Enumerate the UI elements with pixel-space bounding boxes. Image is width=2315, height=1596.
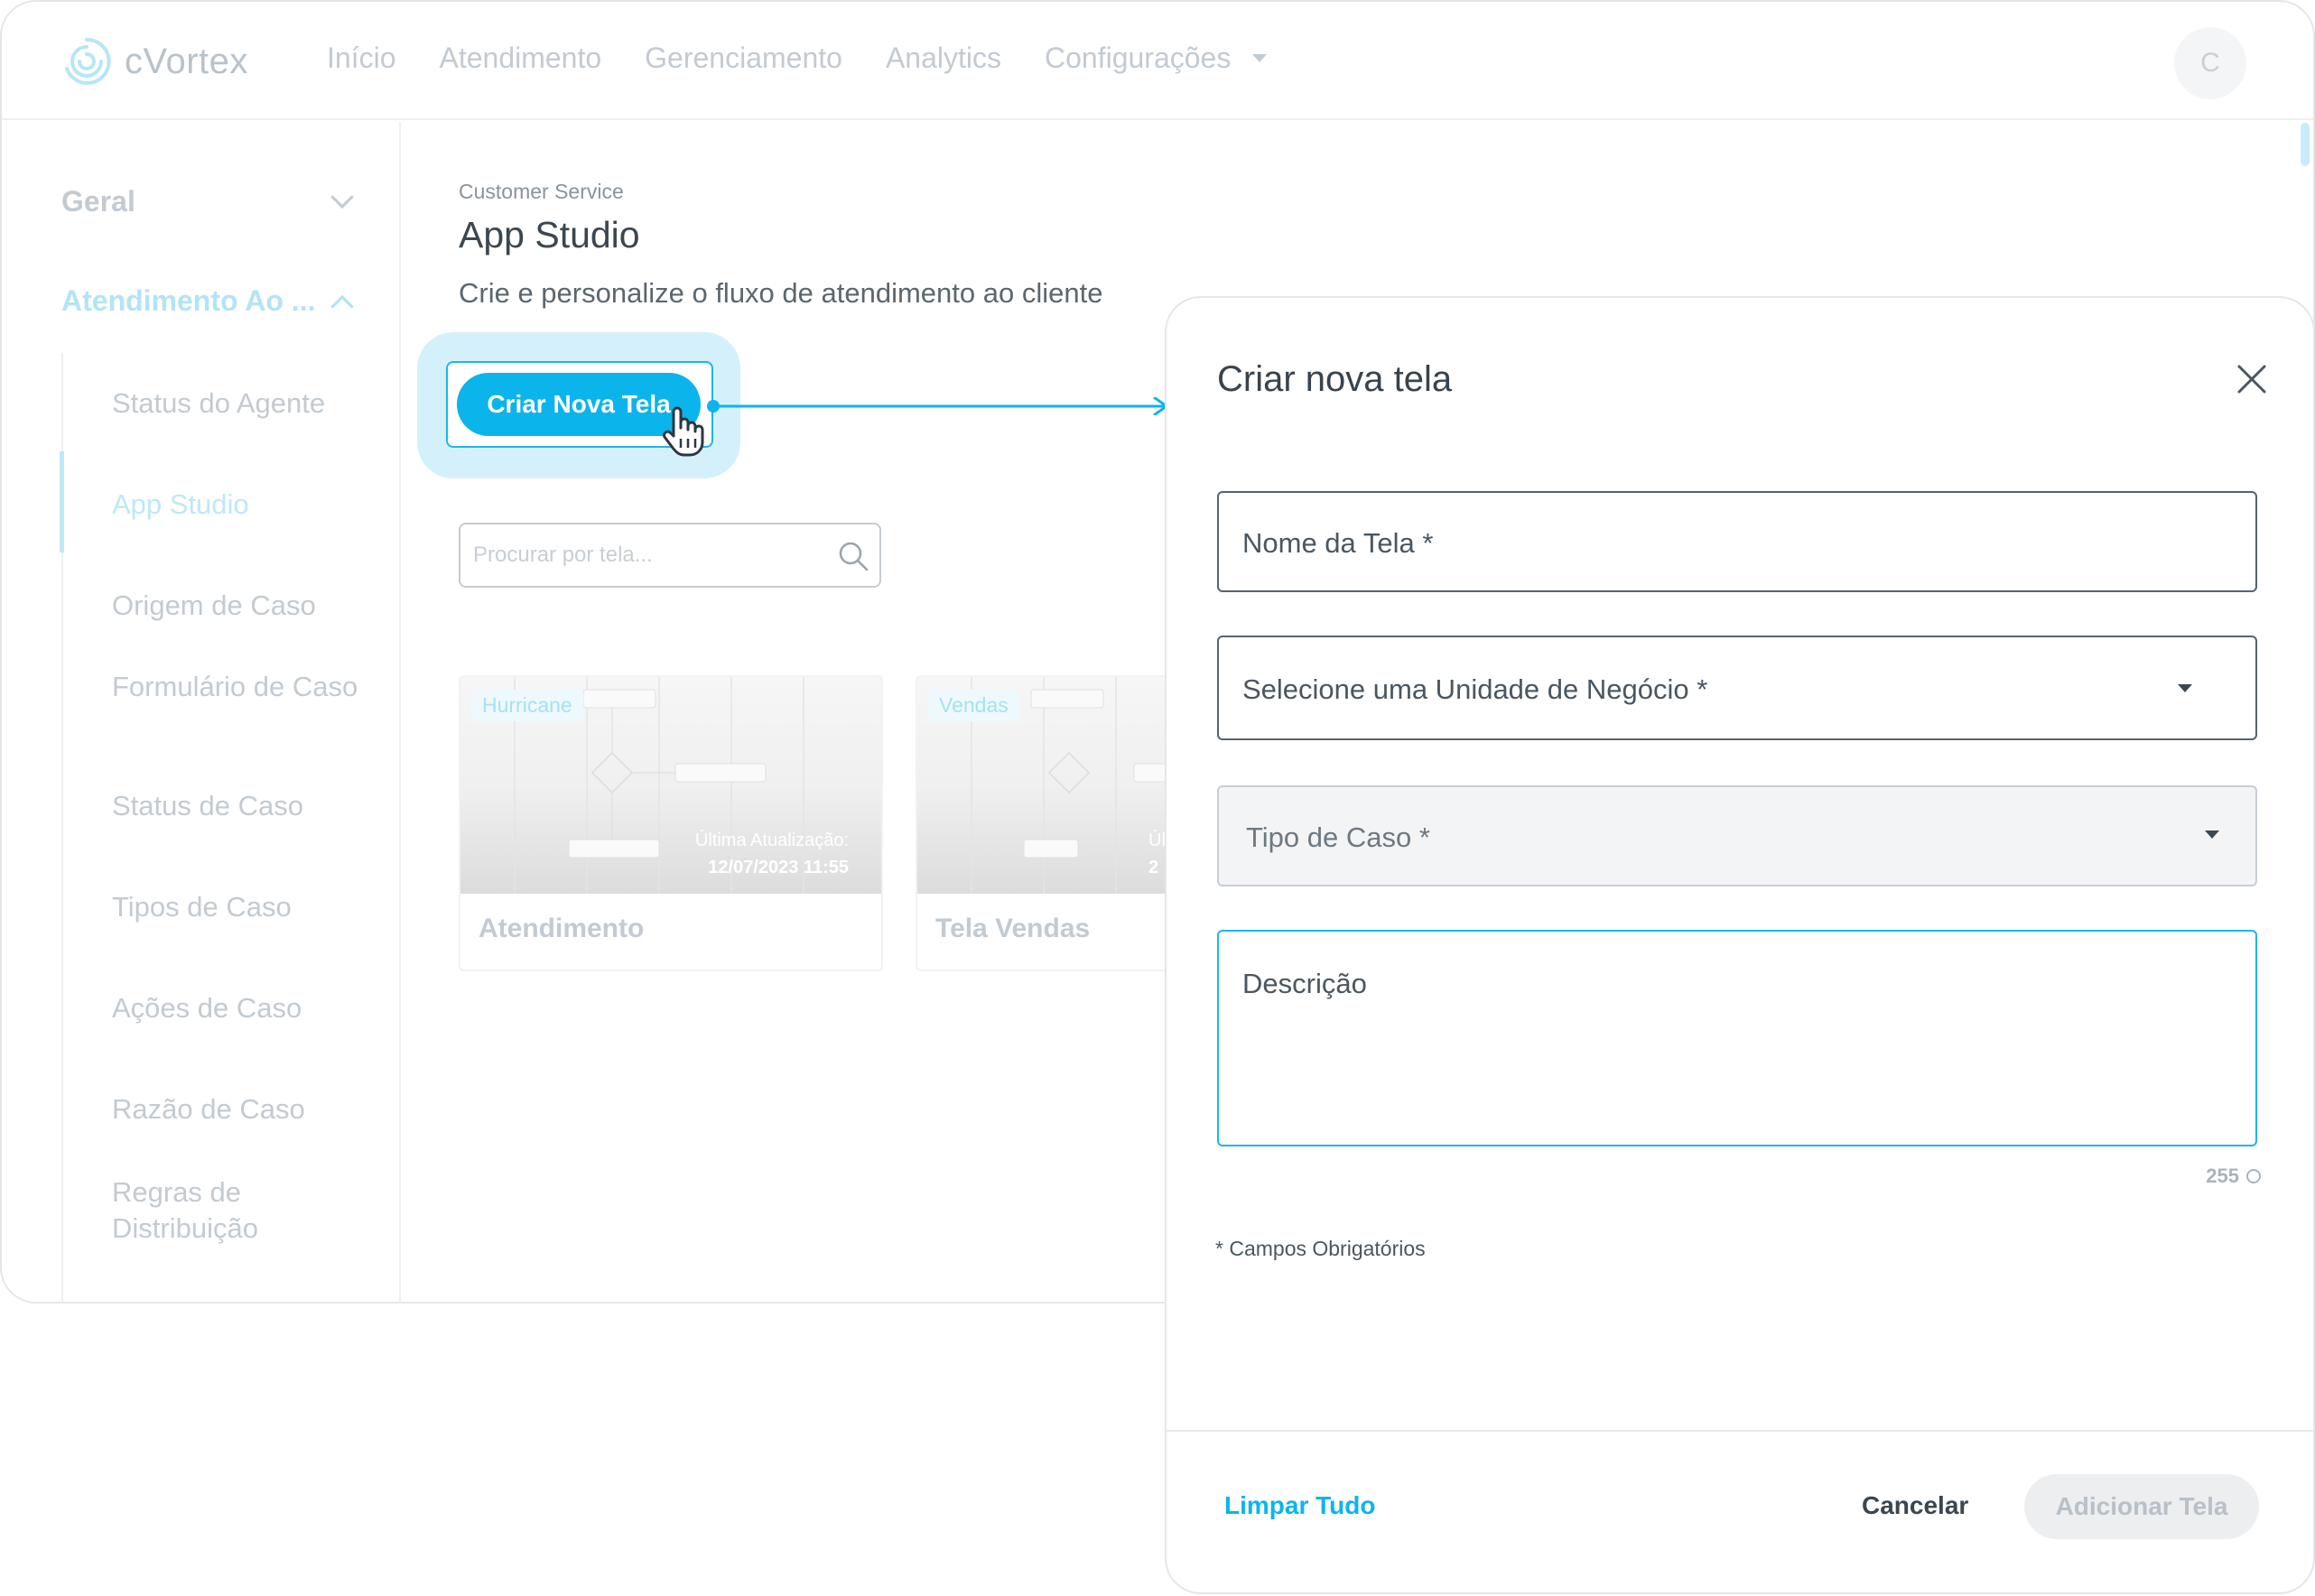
brand-logo[interactable]: cVortex <box>60 34 248 88</box>
screen: cVortex Início Atendimento Gerenciamento… <box>0 0 2315 1596</box>
sidebar-item-origem-caso[interactable]: Origem de Caso <box>112 588 365 624</box>
add-screen-button[interactable]: Adicionar Tela <box>2024 1474 2259 1539</box>
nav-item-configuracoes[interactable]: Configurações <box>1044 42 1268 75</box>
sidebar: Geral Atendimento Ao ... Status do Agent… <box>2 122 401 1302</box>
callout-connector-arrow <box>707 397 1169 415</box>
character-counter-value: 255 <box>2206 1165 2239 1187</box>
page-title: App Studio <box>459 214 640 255</box>
sidebar-item-status-agente[interactable]: Status do Agente <box>112 385 365 422</box>
top-navigation-bar: cVortex Início Atendimento Gerenciamento… <box>2 2 2313 120</box>
sidebar-item-status-caso[interactable]: Status de Caso <box>112 788 365 824</box>
card-name: Tela Vendas <box>935 914 1091 943</box>
brand-name: cVortex <box>125 41 248 81</box>
card-tag: Hurricane <box>471 690 583 721</box>
business-unit-select[interactable]: Selecione uma Unidade de Negócio * <box>1217 636 2257 740</box>
close-icon <box>2237 365 2266 394</box>
sidebar-active-indicator <box>60 451 64 552</box>
sidebar-item-razao-caso[interactable]: Razão de Caso <box>112 1091 365 1127</box>
page-scrollbar[interactable] <box>2301 123 2310 166</box>
main-nav: Início Atendimento Gerenciamento Analyti… <box>327 42 1268 75</box>
nav-item-analytics[interactable]: Analytics <box>886 42 1001 75</box>
caret-down-icon <box>1252 54 1268 62</box>
drawer-title: Criar nova tela <box>1217 359 1453 399</box>
screen-name-label: Nome da Tela * <box>1242 527 1434 559</box>
required-fields-note: * Campos Obrigatórios <box>1215 1237 1426 1260</box>
caret-down-icon <box>2205 830 2219 839</box>
cancel-button[interactable]: Cancelar <box>1862 1491 1968 1520</box>
screen-card-atendimento[interactable]: Hurricane Última Atualização: 12/07/2023… <box>459 675 883 971</box>
sidebar-group-atendimento[interactable]: Atendimento Ao ... <box>61 284 354 318</box>
nav-item-inicio[interactable]: Início <box>327 42 395 75</box>
case-type-select[interactable]: Tipo de Caso * <box>1217 785 2257 886</box>
card-tag: Vendas <box>928 690 1019 721</box>
drawer-footer-divider <box>1167 1430 2313 1432</box>
caret-down-icon <box>2178 684 2192 692</box>
card-thumbnail: Hurricane Última Atualização: 12/07/2023… <box>460 677 881 894</box>
nav-item-gerenciamento[interactable]: Gerenciamento <box>645 42 842 75</box>
page-description: Crie e personalize o fluxo de atendiment… <box>459 277 1103 309</box>
sidebar-item-formulario-caso[interactable]: Formulário de Caso <box>112 669 365 705</box>
breadcrumb: Customer Service <box>459 180 624 203</box>
character-counter: 255 <box>2206 1165 2261 1188</box>
sidebar-item-app-studio[interactable]: App Studio <box>112 487 365 523</box>
card-meta-label: Úl <box>1148 830 1166 850</box>
search-box <box>459 523 881 588</box>
card-meta-date: 12/07/2023 11:55 <box>708 858 849 877</box>
user-avatar[interactable]: C <box>2174 27 2246 99</box>
search-icon[interactable] <box>836 539 870 573</box>
card-meta-label: Última Atualização: <box>694 830 849 850</box>
screen-name-field[interactable]: Nome da Tela * <box>1217 491 2257 592</box>
case-type-label: Tipo de Caso * <box>1246 821 1430 853</box>
description-label: Descrição <box>1242 968 1367 999</box>
clear-all-button[interactable]: Limpar Tudo <box>1224 1491 1375 1520</box>
search-input[interactable] <box>473 539 816 571</box>
nav-item-configuracoes-label: Configurações <box>1044 42 1232 74</box>
card-name: Atendimento <box>479 914 645 943</box>
counter-ring-icon <box>2246 1169 2261 1183</box>
sidebar-item-tipos-caso[interactable]: Tipos de Caso <box>112 889 365 925</box>
vortex-logo-icon <box>65 37 111 85</box>
sidebar-group-geral[interactable]: Geral <box>61 185 354 218</box>
pointer-hand-icon <box>663 406 704 457</box>
card-meta: Úl 2 <box>1148 827 1166 881</box>
business-unit-label: Selecione uma Unidade de Negócio * <box>1242 673 1708 705</box>
create-screen-drawer: Criar nova tela Nome da Tela * Selecione… <box>1165 296 2315 1594</box>
sidebar-group-label: Atendimento Ao ... <box>61 284 316 317</box>
sidebar-group-label: Geral <box>61 185 135 218</box>
close-button[interactable] <box>2232 359 2272 399</box>
card-meta: Última Atualização: 12/07/2023 11:55 <box>695 827 849 881</box>
card-meta-date: 2 <box>1148 858 1159 877</box>
sidebar-item-regras-distribuicao[interactable]: Regras de Distribuição <box>112 1174 365 1247</box>
chevron-up-icon <box>330 294 354 318</box>
description-textarea[interactable]: Descrição <box>1217 930 2257 1146</box>
sidebar-item-acoes-caso[interactable]: Ações de Caso <box>112 990 365 1026</box>
chevron-down-icon <box>330 185 354 209</box>
nav-item-atendimento[interactable]: Atendimento <box>439 42 601 75</box>
